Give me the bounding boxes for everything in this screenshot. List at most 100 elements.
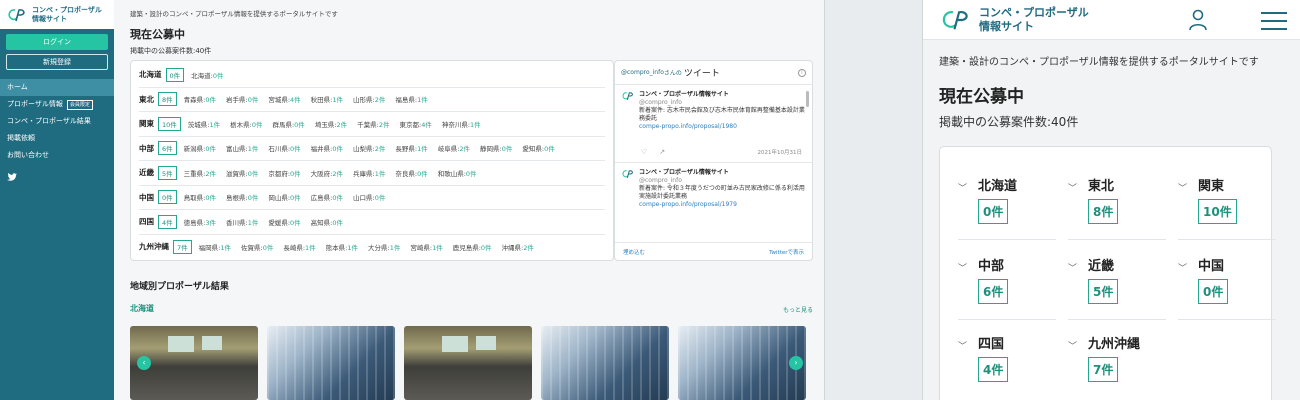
prefecture-count[interactable]: 大分県:1件	[368, 242, 400, 252]
prefecture-count[interactable]: 香川県:1件	[226, 217, 258, 227]
tweet-handle[interactable]: @compro_info	[639, 99, 806, 107]
region-count-badge[interactable]: 10件	[158, 116, 181, 131]
region-count-badge[interactable]: 8件	[1088, 199, 1119, 224]
carousel-image[interactable]	[541, 326, 669, 400]
results-region-title[interactable]: 北海道	[130, 303, 154, 314]
region-count-badge[interactable]: 6件	[978, 279, 1009, 304]
prefecture-count[interactable]: 福岡県:1件	[199, 242, 231, 252]
prefecture-count[interactable]: 佐賀県:0件	[241, 242, 273, 252]
prefecture-count[interactable]: 石川県:0件	[268, 143, 300, 153]
region-name[interactable]: 中部	[139, 143, 154, 154]
sidebar-item-proposal-info[interactable]: プロポーザル情報 会員限定	[0, 96, 114, 113]
prefecture-count[interactable]: 鳥取県:0件	[184, 192, 216, 202]
prefecture-count[interactable]: 岐阜県:2件	[438, 143, 470, 153]
carousel-next-button[interactable]: ›	[789, 356, 803, 370]
region-cell[interactable]: ﹀ 東北 8件	[1068, 175, 1166, 249]
tweet-author[interactable]: コンペ・プロポーザル情報サイト	[639, 91, 806, 99]
prefecture-count[interactable]: 宮崎県:1件	[410, 242, 442, 252]
region-count-badge[interactable]: 0件	[158, 190, 177, 205]
prefecture-count[interactable]: 埼玉県:2件	[315, 119, 347, 129]
prefecture-count[interactable]: 山口県:0件	[353, 192, 385, 202]
tweet-link[interactable]: compe-propo.info/proposal/1980	[639, 123, 806, 131]
timeline-scrollbar[interactable]	[806, 91, 809, 107]
region-count-badge[interactable]: 4件	[158, 214, 177, 229]
region-count-badge[interactable]: 7件	[173, 239, 192, 254]
prefecture-count[interactable]: 滋賀県:0件	[226, 168, 258, 178]
sidebar-item-home[interactable]: ホーム	[0, 79, 114, 96]
region-count-badge[interactable]: 6件	[158, 141, 177, 156]
region-count-badge[interactable]: 5件	[1088, 279, 1119, 304]
region-count-badge[interactable]: 5件	[158, 165, 177, 180]
prefecture-count[interactable]: 奈良県:0件	[395, 168, 427, 178]
region-cell[interactable]: ﹀ 中国 0件	[1178, 255, 1276, 329]
heart-icon[interactable]: ♡	[641, 148, 647, 156]
tweet-handle[interactable]: @compro_info	[639, 177, 806, 185]
sidebar-item-contact[interactable]: お問い合わせ	[0, 147, 114, 164]
prefecture-count[interactable]: 新潟県:0件	[184, 143, 216, 153]
prefecture-count[interactable]: 岩手県:0件	[226, 94, 258, 104]
prefecture-count[interactable]: 鹿児島県:0件	[453, 242, 492, 252]
region-count-badge[interactable]: 0件	[165, 67, 185, 82]
logo-mark-icon[interactable]	[939, 9, 973, 31]
tweet-item[interactable]: コンペ・プロポーザル情報サイト @compro_info 新着案件: 志木市民会…	[615, 85, 812, 163]
timeline-handle[interactable]: @compro_info	[621, 69, 664, 76]
carousel-image[interactable]	[404, 326, 532, 400]
region-cell[interactable]: ﹀ 近畿 5件	[1068, 255, 1166, 329]
region-cell[interactable]: ﹀ 中部 6件	[958, 255, 1056, 329]
region-count-badge[interactable]: 10件	[1198, 199, 1237, 224]
share-icon[interactable]: ↗	[659, 148, 665, 156]
prefecture-count[interactable]: 長崎県:1件	[283, 242, 315, 252]
prefecture-count[interactable]: 愛媛県:0件	[268, 217, 300, 227]
region-name[interactable]: 四国	[139, 216, 154, 227]
prefecture-count[interactable]: 和歌山県:0件	[438, 168, 477, 178]
prefecture-count[interactable]: 福井県:0件	[311, 143, 343, 153]
prefecture-count[interactable]: 千葉県:2件	[357, 119, 389, 129]
prefecture-count[interactable]: 東京都:4件	[400, 119, 432, 129]
prefecture-count[interactable]: 愛知県:0件	[522, 143, 554, 153]
more-link[interactable]: もっと見る	[783, 305, 813, 314]
prefecture-count[interactable]: 三重県:2件	[184, 168, 216, 178]
prefecture-count[interactable]: 秋田県:1件	[311, 94, 343, 104]
prefecture-count[interactable]: 島根県:0件	[226, 192, 258, 202]
carousel-prev-button[interactable]: ‹	[137, 356, 151, 370]
prefecture-count[interactable]: 山梨県:2件	[353, 143, 385, 153]
carousel-image[interactable]	[678, 326, 806, 400]
hamburger-menu-icon[interactable]	[1261, 12, 1287, 36]
region-cell[interactable]: ﹀ 四国 4件	[958, 333, 1056, 400]
prefecture-count[interactable]: 神奈川県:1件	[442, 119, 481, 129]
sidebar-item-results[interactable]: コンペ・プロポーザル結果	[0, 113, 114, 130]
site-logo[interactable]: コンペ・プロポーザル 情報サイト	[0, 0, 114, 29]
region-count-badge[interactable]: 8件	[158, 92, 177, 107]
prefecture-count[interactable]: 北海道:0件	[191, 70, 223, 80]
tweet-link[interactable]: compe-propo.info/proposal/1979	[639, 201, 806, 209]
region-name[interactable]: 関東	[139, 118, 154, 129]
prefecture-count[interactable]: 京都府:0件	[268, 168, 300, 178]
tweet-author[interactable]: コンペ・プロポーザル情報サイト	[639, 169, 806, 177]
user-icon[interactable]	[1189, 9, 1207, 31]
login-button[interactable]: ログイン	[6, 34, 108, 50]
tweet-item[interactable]: コンペ・プロポーザル情報サイト @compro_info 新着案件: 令和３年度…	[615, 163, 812, 241]
prefecture-count[interactable]: 山形県:2件	[353, 94, 385, 104]
region-count-badge[interactable]: 0件	[978, 199, 1009, 224]
prefecture-count[interactable]: 徳島県:3件	[184, 217, 216, 227]
embed-link[interactable]: 埋め込む	[623, 248, 645, 256]
tweet-date[interactable]: 2021年10月31日	[758, 148, 803, 156]
prefecture-count[interactable]: 茨城県:1件	[188, 119, 220, 129]
region-name[interactable]: 北海道	[139, 69, 162, 80]
register-button[interactable]: 新規登録	[6, 54, 108, 70]
logo-text[interactable]: コンペ・プロポーザル 情報サイト	[979, 6, 1089, 34]
twitter-icon[interactable]	[0, 166, 114, 185]
region-cell[interactable]: ﹀ 関東 10件	[1178, 175, 1276, 249]
carousel-image[interactable]	[267, 326, 395, 400]
prefecture-count[interactable]: 兵庫県:1件	[353, 168, 385, 178]
region-name[interactable]: 中国	[139, 192, 154, 203]
prefecture-count[interactable]: 熊本県:1件	[326, 242, 358, 252]
prefecture-count[interactable]: 富山県:1件	[226, 143, 258, 153]
region-count-badge[interactable]: 4件	[978, 357, 1009, 382]
region-cell[interactable]: ﹀ 北海道 0件	[958, 175, 1056, 249]
prefecture-count[interactable]: 沖縄県:2件	[502, 242, 534, 252]
region-name[interactable]: 東北	[139, 94, 154, 105]
region-count-badge[interactable]: 0件	[1198, 279, 1229, 304]
info-icon[interactable]: i	[798, 68, 806, 77]
prefecture-count[interactable]: 福島県:1件	[395, 94, 427, 104]
